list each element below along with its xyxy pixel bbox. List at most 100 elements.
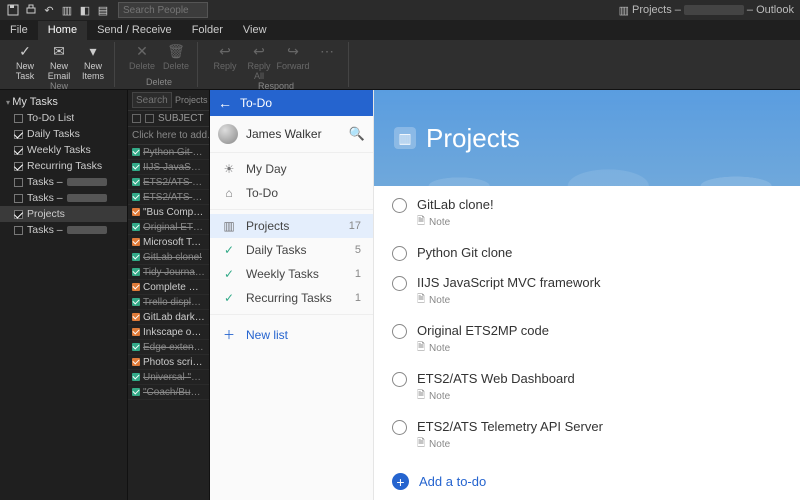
- tab-file[interactable]: File: [0, 21, 38, 40]
- table-row[interactable]: IIJS JavaScript MV: [128, 160, 209, 175]
- task-check-icon[interactable]: [132, 148, 140, 156]
- task-check-icon[interactable]: [132, 343, 140, 351]
- task-check-icon[interactable]: [132, 253, 140, 261]
- nav-item[interactable]: Tasks –: [0, 190, 127, 206]
- more-respond-button[interactable]: ⋯: [312, 42, 342, 81]
- checkbox-icon[interactable]: [14, 162, 23, 171]
- task-check-icon[interactable]: [132, 238, 140, 246]
- reply-all-button[interactable]: ↩Reply All: [244, 42, 274, 81]
- table-row[interactable]: ETS2/ATS Web Da: [128, 190, 209, 205]
- back-icon[interactable]: ←: [218, 95, 232, 111]
- nav-item[interactable]: Tasks –: [0, 174, 127, 190]
- tasklist-search-input[interactable]: [132, 92, 172, 108]
- tasklist-filter[interactable]: Projects: [175, 95, 208, 105]
- checkbox-icon[interactable]: [14, 146, 23, 155]
- task-check-icon[interactable]: [132, 388, 140, 396]
- tasklist-add-row[interactable]: Click here to add…: [128, 127, 209, 145]
- new-list-button[interactable]: ＋New list: [210, 321, 373, 348]
- todo-list-item[interactable]: ✓Weekly Tasks1: [210, 262, 373, 286]
- task-check-icon[interactable]: [132, 298, 140, 306]
- nav-item[interactable]: To-Do List: [0, 110, 127, 126]
- task-circle-icon[interactable]: [392, 372, 407, 387]
- task-check-icon[interactable]: [132, 223, 140, 231]
- print-icon[interactable]: [24, 3, 38, 17]
- tab-view[interactable]: View: [233, 21, 277, 40]
- forward-button[interactable]: ↪Forward: [278, 42, 308, 81]
- delete-button-2[interactable]: 🗑Delete: [161, 42, 191, 71]
- nav-item[interactable]: Tasks –: [0, 222, 127, 238]
- task-check-icon[interactable]: [132, 193, 140, 201]
- task-check-icon[interactable]: [132, 268, 140, 276]
- checkbox-icon[interactable]: [14, 130, 23, 139]
- new-items-button[interactable]: ▾New Items: [78, 42, 108, 81]
- table-row[interactable]: GitLab clone!: [128, 250, 209, 265]
- task-row[interactable]: Python Git clone: [374, 238, 800, 268]
- task-check-icon[interactable]: [132, 373, 140, 381]
- task-check-icon[interactable]: [132, 358, 140, 366]
- task-circle-icon[interactable]: [392, 198, 407, 213]
- task-row[interactable]: IIJS JavaScript MVC framework🗎Note: [374, 268, 800, 316]
- todo-list-item[interactable]: ▥Projects17: [210, 214, 373, 238]
- task-subject: "Bus Company Ma: [143, 207, 205, 218]
- delete-button[interactable]: ✕Delete: [127, 42, 157, 71]
- task-check-icon[interactable]: [132, 313, 140, 321]
- table-row[interactable]: Photos script - ex: [128, 355, 209, 370]
- task-check-icon[interactable]: [132, 178, 140, 186]
- table-row[interactable]: Tidy Journalism C: [128, 265, 209, 280]
- tasklist-column-header[interactable]: SUBJECT: [128, 111, 209, 127]
- nav-item[interactable]: Projects: [0, 206, 127, 222]
- checkbox-icon[interactable]: [14, 114, 23, 123]
- task-check-icon[interactable]: [132, 163, 140, 171]
- save-icon[interactable]: [6, 3, 20, 17]
- task-row[interactable]: Original ETS2MP code🗎Note: [374, 316, 800, 364]
- todo-list-item[interactable]: ✓Daily Tasks5: [210, 238, 373, 262]
- task-row[interactable]: ETS2/ATS Telemetry API Server🗎Note: [374, 412, 800, 460]
- table-row[interactable]: Complete Digital: [128, 280, 209, 295]
- task-circle-icon[interactable]: [392, 276, 407, 291]
- task-check-icon[interactable]: [132, 283, 140, 291]
- table-row[interactable]: Microsoft To-Do b: [128, 235, 209, 250]
- reply-button[interactable]: ↩Reply: [210, 42, 240, 81]
- tab-folder[interactable]: Folder: [182, 21, 233, 40]
- undo-icon[interactable]: ↶: [42, 3, 56, 17]
- todo-list-item[interactable]: ⌂To-Do: [210, 181, 373, 205]
- table-row[interactable]: Trello display labe: [128, 295, 209, 310]
- table-row[interactable]: "Bus Company Ma: [128, 205, 209, 220]
- add-task-row[interactable]: + Add a to-do: [374, 463, 800, 500]
- nav-header[interactable]: My Tasks: [0, 94, 127, 110]
- task-row[interactable]: ETS2/ATS Web Dashboard🗎Note: [374, 364, 800, 412]
- new-email-button[interactable]: ✉New Email: [44, 42, 74, 81]
- table-row[interactable]: Edge extension -: [128, 340, 209, 355]
- search-icon[interactable]: 🔍: [349, 126, 365, 142]
- task-circle-icon[interactable]: [392, 420, 407, 435]
- new-task-button[interactable]: ✓New Task: [10, 42, 40, 81]
- checkbox-icon[interactable]: [14, 194, 23, 203]
- todo-list-item[interactable]: ✓Recurring Tasks1: [210, 286, 373, 310]
- task-check-icon[interactable]: [132, 328, 140, 336]
- checkbox-icon[interactable]: [14, 226, 23, 235]
- qat-icon-3[interactable]: ▤: [96, 3, 110, 17]
- table-row[interactable]: "Coach/Bus Fleet: [128, 385, 209, 400]
- search-people-input[interactable]: [118, 2, 208, 18]
- task-check-icon[interactable]: [132, 208, 140, 216]
- tab-home[interactable]: Home: [38, 21, 87, 40]
- task-circle-icon[interactable]: [392, 246, 407, 261]
- task-circle-icon[interactable]: [392, 324, 407, 339]
- task-row[interactable]: GitLab clone!🗎Note: [374, 190, 800, 238]
- nav-item[interactable]: Daily Tasks: [0, 126, 127, 142]
- qat-icon[interactable]: ▥: [60, 3, 74, 17]
- qat-icon-2[interactable]: ◧: [78, 3, 92, 17]
- todo-user-row[interactable]: James Walker 🔍: [210, 116, 373, 153]
- table-row[interactable]: Original ETS2MP: [128, 220, 209, 235]
- todo-list-item[interactable]: ☀My Day: [210, 157, 373, 181]
- table-row[interactable]: Python Git clone: [128, 145, 209, 160]
- nav-item[interactable]: Weekly Tasks: [0, 142, 127, 158]
- nav-item[interactable]: Recurring Tasks: [0, 158, 127, 174]
- tab-send-receive[interactable]: Send / Receive: [87, 21, 182, 40]
- table-row[interactable]: ETS2/ATS Telemet: [128, 175, 209, 190]
- checkbox-icon[interactable]: [14, 178, 23, 187]
- table-row[interactable]: Universal "commi: [128, 370, 209, 385]
- checkbox-icon[interactable]: [14, 210, 23, 219]
- table-row[interactable]: GitLab dark them: [128, 310, 209, 325]
- table-row[interactable]: Inkscape output i: [128, 325, 209, 340]
